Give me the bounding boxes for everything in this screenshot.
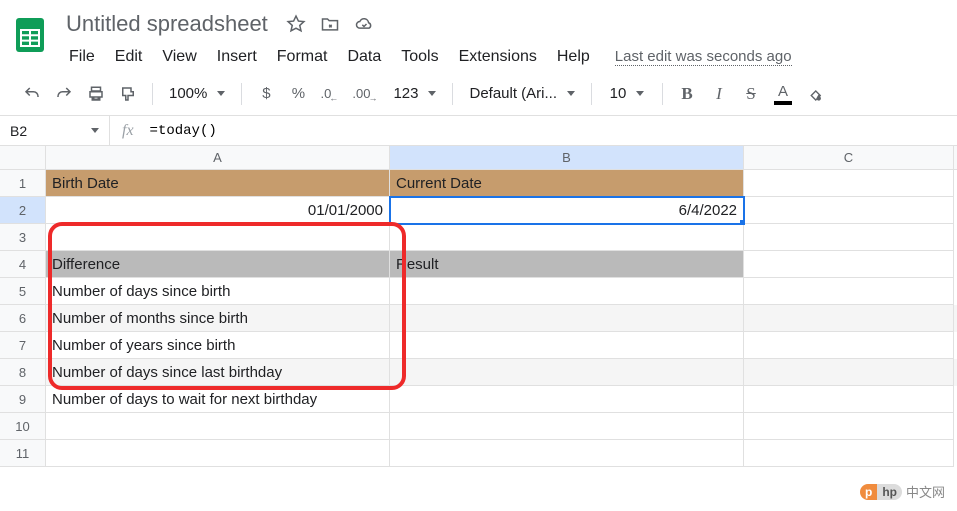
cell-B10[interactable] [390,413,744,440]
cell-A5[interactable]: Number of days since birth [46,278,390,305]
cell-A4[interactable]: Difference [46,251,390,278]
row-header[interactable]: 3 [0,224,46,251]
text-color-button[interactable]: A [769,80,797,108]
cell-A1[interactable]: Birth Date [46,170,390,197]
cell-B1[interactable]: Current Date [390,170,744,197]
row-header[interactable]: 4 [0,251,46,278]
font-size-dropdown[interactable]: 10 [602,85,652,102]
cell-A9[interactable]: Number of days to wait for next birthday [46,386,390,413]
bold-button[interactable]: B [673,80,701,108]
cell-A6[interactable]: Number of months since birth [46,305,390,332]
row-header[interactable]: 1 [0,170,46,197]
cell-C10[interactable] [744,413,954,440]
cell-A2[interactable]: 01/01/2000 [46,197,390,224]
format-percent-button[interactable]: % [284,80,312,108]
cell-B6[interactable] [390,305,744,332]
cell-A10[interactable] [46,413,390,440]
sheets-logo[interactable] [10,14,50,54]
cell-C11[interactable] [744,440,954,467]
grid-row: 1Birth DateCurrent Date [0,170,957,197]
cell-C9[interactable] [744,386,954,413]
name-box[interactable]: B2 [0,116,110,145]
print-button[interactable] [82,80,110,108]
cloud-status-icon[interactable] [352,12,376,36]
menu-file[interactable]: File [60,44,104,70]
menu-help[interactable]: Help [548,44,599,70]
menu-edit[interactable]: Edit [106,44,152,70]
row-header[interactable]: 6 [0,305,46,332]
fx-label: fx [110,122,146,140]
move-folder-icon[interactable] [318,12,342,36]
cell-B5[interactable] [390,278,744,305]
row-header[interactable]: 10 [0,413,46,440]
cell-C1[interactable] [744,170,954,197]
cell-B4[interactable]: Result [390,251,744,278]
strikethrough-button[interactable]: S [737,80,765,108]
grid: A B C 1Birth DateCurrent Date201/01/2000… [0,146,957,467]
row-header[interactable]: 11 [0,440,46,467]
cell-C6[interactable] [744,305,954,332]
grid-row: 10 [0,413,957,440]
toolbar: 100% $ % .0← .00→ 123 Default (Ari... 10… [0,72,957,116]
row-header[interactable]: 5 [0,278,46,305]
menu-tools[interactable]: Tools [392,44,447,70]
menu-view[interactable]: View [153,44,205,70]
menu-data[interactable]: Data [338,44,390,70]
cell-B9[interactable] [390,386,744,413]
row-header[interactable]: 9 [0,386,46,413]
select-all-corner[interactable] [0,146,46,169]
cell-B11[interactable] [390,440,744,467]
italic-button[interactable]: I [705,80,733,108]
star-icon[interactable] [284,12,308,36]
zoom-dropdown[interactable]: 100% [163,85,231,102]
grid-row: 8Number of days since last birthday [0,359,957,386]
grid-row: 3 [0,224,957,251]
cell-B7[interactable] [390,332,744,359]
undo-button[interactable] [18,80,46,108]
menubar: File Edit View Insert Format Data Tools … [60,42,947,72]
row-header[interactable]: 2 [0,197,46,224]
col-header-c[interactable]: C [744,146,954,169]
menu-format[interactable]: Format [268,44,337,70]
cell-C2[interactable] [744,197,954,224]
cell-C5[interactable] [744,278,954,305]
grid-row: 6Number of months since birth [0,305,957,332]
row-header[interactable]: 7 [0,332,46,359]
grid-row: 4DifferenceResult [0,251,957,278]
last-edit-link[interactable]: Last edit was seconds ago [615,48,792,66]
increase-decimal-button[interactable]: .00→ [348,80,383,108]
grid-row: 11 [0,440,957,467]
more-formats-dropdown[interactable]: 123 [387,85,442,102]
formula-input[interactable] [146,123,957,139]
col-header-b[interactable]: B [390,146,744,169]
cell-B8[interactable] [390,359,744,386]
cell-A8[interactable]: Number of days since last birthday [46,359,390,386]
cell-C8[interactable] [744,359,954,386]
font-family-dropdown[interactable]: Default (Ari... [463,85,581,102]
row-header[interactable]: 8 [0,359,46,386]
decrease-decimal-button[interactable]: .0← [316,80,344,108]
menu-insert[interactable]: Insert [208,44,266,70]
cell-A7[interactable]: Number of years since birth [46,332,390,359]
grid-row: 7Number of years since birth [0,332,957,359]
watermark: php 中文网 [860,482,945,501]
format-currency-button[interactable]: $ [252,80,280,108]
document-title[interactable]: Untitled spreadsheet [60,9,274,39]
cell-B3[interactable] [390,224,744,251]
cell-B2[interactable]: 6/4/2022 [390,197,744,224]
cell-C7[interactable] [744,332,954,359]
paint-format-button[interactable] [114,80,142,108]
cell-A3[interactable] [46,224,390,251]
grid-row: 201/01/20006/4/2022 [0,197,957,224]
cell-C3[interactable] [744,224,954,251]
formula-bar: B2 fx [0,116,957,146]
menu-extensions[interactable]: Extensions [450,44,546,70]
redo-button[interactable] [50,80,78,108]
col-header-a[interactable]: A [46,146,390,169]
cell-C4[interactable] [744,251,954,278]
cell-A11[interactable] [46,440,390,467]
fill-color-button[interactable] [801,80,829,108]
grid-row: 9Number of days to wait for next birthda… [0,386,957,413]
grid-row: 5Number of days since birth [0,278,957,305]
